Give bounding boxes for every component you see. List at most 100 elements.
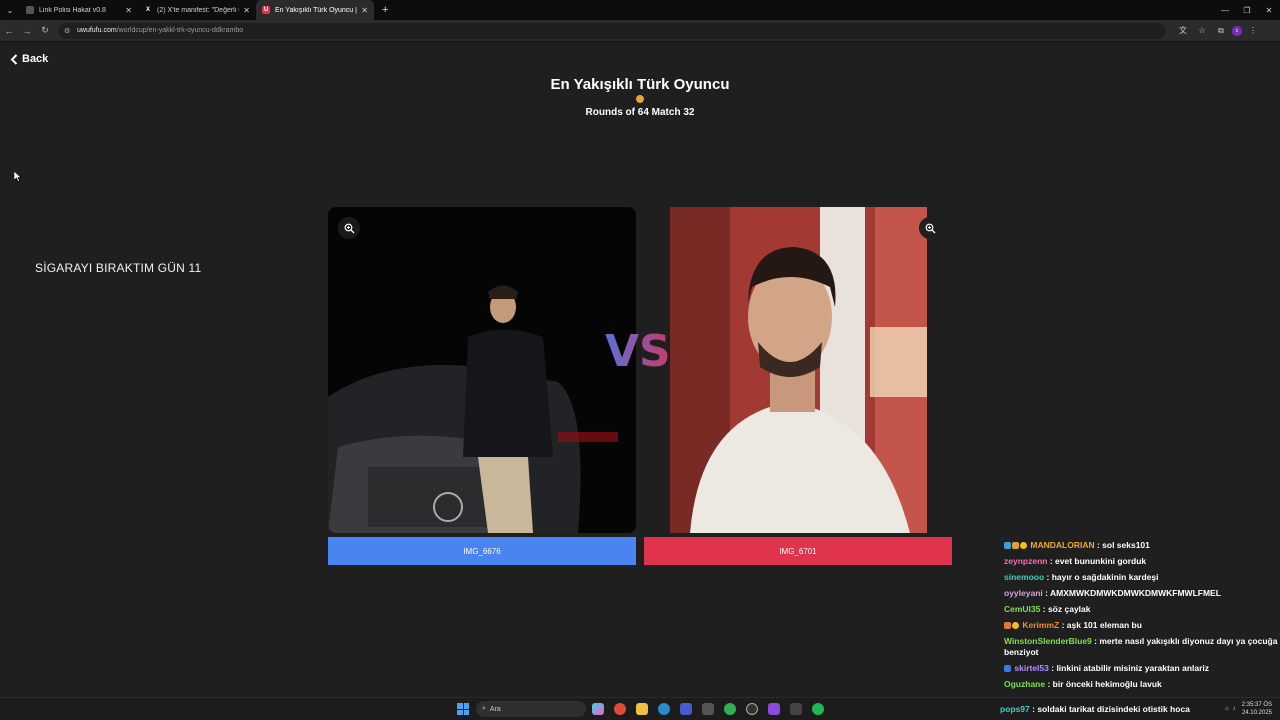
time: 2:35:37 ÖS (1241, 702, 1272, 708)
badge-icon (1020, 542, 1027, 549)
chat-message: Oguzhane : bir önceki hekimoğlu lavuk (1004, 679, 1162, 689)
bookmark-star-icon[interactable]: ☆ (1194, 23, 1210, 39)
menu-dots-icon[interactable]: ⋮ (1245, 23, 1261, 39)
app-icon[interactable] (702, 703, 714, 715)
chat-username: KerimmZ (1022, 620, 1060, 630)
chat-text: AMXMWKDMWKDMWKDMWKFMWLFMEL (1050, 588, 1221, 598)
chat-text: sol seks101 (1102, 540, 1150, 550)
chat-text: aşk 101 eleman bu (1066, 620, 1142, 630)
chat-message: KerimmZ : aşk 101 eleman bu (1000, 620, 1278, 631)
right-option-image[interactable] (670, 207, 927, 533)
volume-icon[interactable]: ♪ (1233, 706, 1236, 712)
forward-arrow-icon[interactable]: → (18, 21, 36, 41)
network-icon[interactable]: ⌂ (1225, 706, 1229, 712)
chat-text: hayır o sağdakinin kardeşi (1051, 572, 1159, 582)
mouse-cursor-icon (14, 171, 22, 182)
round-info: Rounds of 64 Match 32 (585, 107, 695, 118)
stream-chat: MANDALORIAN : sol seks101 zeynpzenn : ev… (1000, 540, 1278, 695)
close-icon[interactable]: ✕ (243, 6, 250, 15)
tab-search-icon[interactable]: ⌄ (0, 0, 20, 20)
left-option-image[interactable] (328, 207, 636, 533)
emoji-icon (636, 95, 644, 103)
tab-link-polisi[interactable]: Link Polisi Hakat v0.8 ✕ (20, 0, 138, 20)
extensions-icon[interactable]: ⧉ (1213, 23, 1229, 39)
search-placeholder: Ara (489, 705, 501, 713)
address-bar[interactable]: ⚙ uwufufu.com/worldcup/en-yakkl-trk-oyun… (58, 22, 1166, 39)
chat-username: MANDALORIAN (1030, 540, 1095, 550)
chat-username: oyyleyani (1004, 588, 1043, 598)
chat-message: WinstonSlenderBlue9 : merte nasıl yakışı… (1004, 636, 1278, 657)
tab-title: (2) X'te manifest: "Değerli üyem (157, 6, 239, 14)
close-window-icon[interactable]: ✕ (1258, 0, 1280, 20)
left-choice-button[interactable]: IMG_6676 (328, 537, 636, 565)
chat-text: söz çaylak (1047, 604, 1091, 614)
zoom-in-icon[interactable] (338, 217, 360, 239)
badge-icon (1012, 542, 1019, 549)
chevron-left-icon (10, 53, 18, 65)
badge-icon (1004, 665, 1011, 672)
app-icon[interactable] (680, 703, 692, 715)
chat-text: linkini atabilir misiniz yaraktan anlari… (1056, 663, 1210, 673)
copilot-icon[interactable] (592, 703, 604, 715)
back-button[interactable]: Back (10, 53, 48, 65)
obs-icon[interactable] (746, 703, 758, 715)
chat-message: zeynpzenn : evet bununkini gorduk (1004, 556, 1147, 566)
chat-username: Oguzhane (1004, 679, 1046, 689)
back-arrow-icon[interactable]: ← (0, 21, 18, 41)
chrome-icon[interactable] (614, 703, 626, 715)
profile-avatar[interactable]: c (1232, 25, 1242, 36)
tab-title: Link Polisi Hakat v0.8 (39, 6, 106, 14)
reload-icon[interactable]: ↻ (36, 21, 54, 41)
badge-icon (1004, 622, 1011, 629)
app-icon[interactable] (768, 703, 780, 715)
new-tab-icon[interactable]: + (382, 4, 388, 16)
stream-overlay-text: SİGARAYI BIRAKTIM GÜN 11 (35, 261, 202, 275)
taskbar-search[interactable]: ⌕ Ara (476, 701, 586, 717)
chat-text: soldaki tarikat dizisindeki otistik hoca (1037, 704, 1190, 714)
url-host: uwufufu.com (77, 27, 117, 34)
date: 24.10.2025 (1241, 710, 1272, 716)
system-tray: ⌂ ♪ 2:35:37 ÖS 24.10.2025 (1225, 701, 1272, 717)
close-icon[interactable]: ✕ (361, 6, 368, 15)
tab-title: En Yakışıklı Türk Oyuncu | UwUf (275, 6, 357, 14)
tab-uwufufu[interactable]: U En Yakışıklı Türk Oyuncu | UwUf ✕ (256, 0, 374, 20)
page-title: En Yakışıklı Türk Oyuncu (550, 76, 730, 93)
edge-icon[interactable] (658, 703, 670, 715)
chat-username: zeynpzenn (1004, 556, 1048, 566)
site-info-icon[interactable]: ⚙ (64, 27, 73, 35)
browser-tab-bar: ⌄ Link Polisi Hakat v0.8 ✕ X (2) X'te ma… (0, 0, 1280, 20)
chat-username: CemUl35 (1004, 604, 1041, 614)
app-icon[interactable] (790, 703, 802, 715)
chat-message: oyyleyani : AMXMWKDMWKDMWKDMWKFMWLFMEL (1004, 588, 1221, 598)
tab-favicon-icon (26, 6, 34, 14)
chat-message: sinemooo : hayır o sağdakinin kardeşi (1004, 572, 1159, 582)
badge-icon (1004, 542, 1011, 549)
chat-text: evet bununkini gorduk (1055, 556, 1147, 566)
back-label: Back (22, 53, 49, 65)
close-icon[interactable]: ✕ (125, 6, 132, 15)
restore-icon[interactable]: ❐ (1236, 0, 1258, 20)
chat-message: skirtel53 : linkini atabilir misiniz yar… (1000, 663, 1278, 674)
clock[interactable]: 2:35:37 ÖS 24.10.2025 (1242, 701, 1272, 717)
search-icon: ⌕ (482, 705, 486, 712)
man-with-car-photo (328, 207, 636, 533)
windows-start-icon[interactable] (457, 703, 469, 715)
tab-x-manifest[interactable]: X (2) X'te manifest: "Değerli üyem ✕ (138, 0, 256, 20)
translate-icon[interactable]: 文 (1175, 23, 1191, 39)
chat-username: WinstonSlenderBlue9 (1004, 636, 1092, 646)
whatsapp-icon[interactable] (724, 703, 736, 715)
spotify-icon[interactable] (812, 703, 824, 715)
chat-username: sinemooo (1004, 572, 1045, 582)
chat-username: skirtel53 (1014, 663, 1049, 673)
right-choice-button[interactable]: IMG_6701 (644, 537, 952, 565)
file-explorer-icon[interactable] (636, 703, 648, 715)
vs-label: VS (605, 326, 671, 377)
chat-message: MANDALORIAN : sol seks101 (1000, 540, 1278, 551)
chat-text: bir önceki hekimoğlu lavuk (1052, 679, 1162, 689)
minimize-icon[interactable]: — (1214, 0, 1236, 20)
chat-username: pops97 (1000, 704, 1030, 714)
zoom-in-icon[interactable] (919, 217, 941, 239)
man-white-tshirt-photo (670, 207, 927, 533)
chat-message: CemUl35 : söz çaylak (1004, 604, 1091, 614)
chat-message: pops97 : soldaki tarikat dizisindeki oti… (1000, 704, 1190, 714)
